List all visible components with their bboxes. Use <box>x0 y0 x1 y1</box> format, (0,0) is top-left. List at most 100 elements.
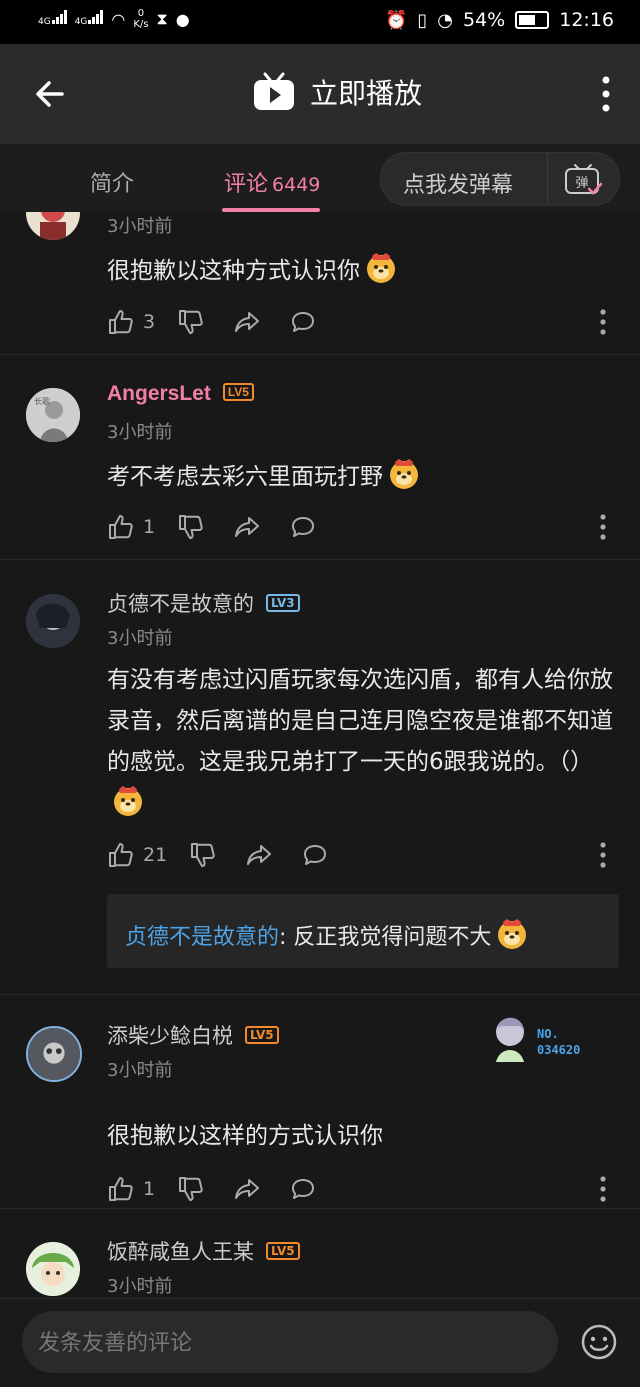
like-icon[interactable] <box>107 1175 135 1203</box>
divider <box>547 153 548 205</box>
vibrate-icon: ▯ <box>417 9 428 31</box>
username[interactable]: 添柴少鲶白棁 LV5 <box>107 1020 279 1050</box>
timestamp: 3小时前 <box>107 628 173 649</box>
comment-more-icon[interactable] <box>600 842 606 868</box>
svg-text:NO.: NO. <box>537 1027 559 1041</box>
avatar[interactable] <box>26 1242 80 1296</box>
comment-item: 添柴少鲶白棁 LV5 3小时前 NO. 034620 很抱歉以这样的方式认识你 1 <box>0 994 640 1209</box>
timestamp: 3小时前 <box>107 216 173 237</box>
comment-item: 3小时前 很抱歉以这种方式认识你 3 <box>0 212 640 355</box>
like-icon[interactable] <box>107 841 135 869</box>
doge-emoji-icon <box>111 783 145 817</box>
reply-icon[interactable] <box>289 1175 317 1203</box>
username[interactable]: 饭醉咸鱼人王某 LV5 <box>107 1236 300 1266</box>
level-badge: LV5 <box>245 1026 279 1044</box>
comment-text: 考不考虑去彩六里面玩打野 <box>107 456 617 498</box>
danmaku-toggle-icon[interactable]: 弹 <box>563 163 603 197</box>
like-count: 1 <box>143 516 156 538</box>
top-bar: 立即播放 <box>0 44 640 144</box>
comment-more-icon[interactable] <box>600 309 606 335</box>
comment-item: 贞德不是故意的 LV3 3小时前 有没有考虑过闪盾玩家每次选闪盾，都有人给你放录音… <box>0 560 640 995</box>
comment-actions: 3 <box>107 307 317 337</box>
timestamp: 3小时前 <box>107 422 173 443</box>
clock: 12:16 <box>559 9 614 31</box>
status-left: 4G 4G ◠ 0 K/s ⧗ ● <box>38 8 190 30</box>
like-count: 3 <box>143 311 156 333</box>
reply-icon[interactable] <box>289 513 317 541</box>
comment-input[interactable] <box>36 1321 540 1365</box>
comment-input-wrapper[interactable] <box>22 1311 558 1373</box>
like-icon[interactable] <box>107 513 135 541</box>
avatar[interactable] <box>26 594 80 648</box>
danmaku-label: 点我发弹幕 <box>403 173 514 198</box>
send-danmaku-button[interactable]: 点我发弹幕 弹 <box>380 152 620 206</box>
status-bar: 4G 4G ◠ 0 K/s ⧗ ● ⏰ ▯ ◔ 54% 12:16 <box>0 0 640 44</box>
comment-text: 有没有考虑过闪盾玩家每次选闪盾，都有人给你放录音，然后离谱的是自己连月隐空夜是谁… <box>107 660 617 825</box>
signal-1-icon: 4G <box>38 10 67 28</box>
hourglass-icon: ⧗ <box>156 9 168 28</box>
alarm-icon: ⏰ <box>384 9 408 31</box>
comment-more-icon[interactable] <box>600 1176 606 1202</box>
comment-text: 很抱歉以这种方式认识你 <box>107 250 617 292</box>
page-title: 立即播放 <box>310 78 423 109</box>
timestamp: 3小时前 <box>107 1276 173 1297</box>
comment-item: 长歌 AngersLet LV5 3小时前 考不考虑去彩六里面玩打野 1 <box>0 354 640 560</box>
reply-preview[interactable]: 贞德不是故意的: 反正我觉得问题不大 <box>107 894 619 968</box>
avatar[interactable]: 长歌 <box>26 388 80 442</box>
share-icon[interactable] <box>233 308 261 336</box>
battery-percent: 54% <box>463 9 506 31</box>
share-icon[interactable] <box>233 1175 261 1203</box>
comment-list[interactable]: 3小时前 很抱歉以这种方式认识你 3 长歌 AngersLet LV5 3小时前 … <box>0 212 640 1298</box>
like-icon[interactable] <box>107 308 135 336</box>
network-speed: 0 K/s <box>133 8 149 30</box>
signal-2-icon: 4G <box>75 10 104 28</box>
comment-actions: 1 <box>107 1174 317 1204</box>
svg-text:弹: 弹 <box>575 176 588 191</box>
share-icon[interactable] <box>233 513 261 541</box>
speedometer-icon: ◔ <box>437 9 453 31</box>
back-arrow-icon[interactable] <box>30 74 70 114</box>
like-count: 1 <box>143 1178 156 1200</box>
tv-play-icon <box>254 72 294 110</box>
svg-text:034620: 034620 <box>537 1043 580 1057</box>
share-icon[interactable] <box>245 841 273 869</box>
username[interactable]: AngersLet LV5 <box>107 382 254 406</box>
doge-emoji-icon <box>495 916 529 950</box>
tab-intro[interactable]: 简介 <box>90 166 134 198</box>
play-now-button[interactable]: 立即播放 <box>252 72 422 112</box>
dislike-icon[interactable] <box>177 308 205 336</box>
comment-actions: 21 <box>107 840 329 870</box>
reply-author[interactable]: 贞德不是故意的 <box>125 925 279 950</box>
more-options-icon[interactable] <box>602 76 610 112</box>
comment-actions: 1 <box>107 512 317 542</box>
like-count: 21 <box>143 844 168 866</box>
reply-icon[interactable] <box>301 841 329 869</box>
avatar[interactable] <box>26 212 80 240</box>
fan-badge[interactable]: NO. 034620 <box>490 1008 600 1064</box>
timestamp: 3小时前 <box>107 1060 173 1081</box>
comment-text: 很抱歉以这样的方式认识你 <box>107 1123 383 1149</box>
reply-text: : 反正我觉得问题不大 <box>279 925 492 950</box>
dislike-icon[interactable] <box>177 513 205 541</box>
level-badge: LV5 <box>266 1242 300 1260</box>
comment-more-icon[interactable] <box>600 514 606 540</box>
wifi-icon: ◠ <box>111 9 126 29</box>
username[interactable]: 贞德不是故意的 LV3 <box>107 588 300 618</box>
comment-composer <box>0 1298 640 1387</box>
reply-icon[interactable] <box>289 308 317 336</box>
avatar[interactable] <box>26 1026 82 1082</box>
comment-count: 6449 <box>272 174 321 196</box>
level-badge: LV5 <box>222 383 254 401</box>
svg-text:长歌: 长歌 <box>34 396 50 406</box>
chat-notification-icon: ● <box>175 9 190 29</box>
tab-comments[interactable]: 评论 6449 <box>224 166 320 198</box>
level-badge: LV3 <box>266 594 300 612</box>
dislike-icon[interactable] <box>189 841 217 869</box>
emoji-picker-icon[interactable] <box>580 1323 618 1361</box>
comment-item: 饭醉咸鱼人王某 LV5 3小时前 <box>0 1208 640 1298</box>
tab-bar: 简介 评论 6449 点我发弹幕 弹 <box>0 144 640 212</box>
status-right: ⏰ ▯ ◔ 54% 12:16 <box>385 9 614 31</box>
doge-emoji-icon <box>387 456 421 490</box>
dislike-icon[interactable] <box>177 1175 205 1203</box>
doge-emoji-icon <box>364 250 398 284</box>
